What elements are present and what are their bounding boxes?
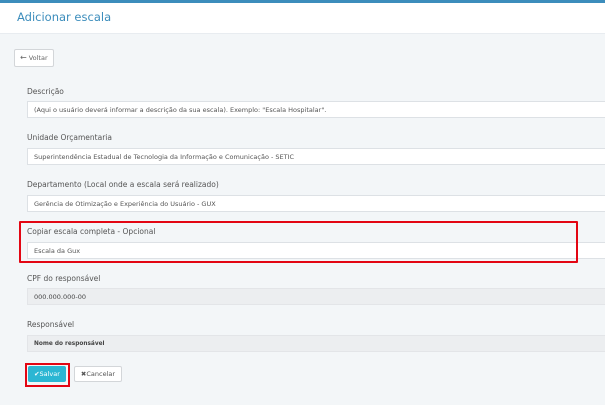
cpf-field: 000.000.000-00 [27,288,605,305]
descricao-label: Descrição [27,87,64,96]
descricao-input[interactable]: (Aqui o usuário deverá informar a descri… [27,101,605,118]
responsavel-label: Responsável [27,320,75,329]
departamento-label: Departamento (Local onde a escala será r… [27,180,219,189]
cancel-button[interactable]: ✖Cancelar [74,366,122,382]
unidade-label: Unidade Orçamentaria [27,133,112,142]
unidade-select[interactable]: Superintendência Estadual de Tecnologia … [27,148,605,165]
back-label: Voltar [28,54,48,62]
cancel-label: Cancelar [86,370,116,378]
page-header: Adicionar escala [0,3,605,34]
departamento-select[interactable]: Gerência de Otimização e Experiência do … [27,195,605,212]
highlight-box-copiar-escala [19,221,578,263]
page-title: Adicionar escala [17,10,112,24]
arrow-left-icon: ← [20,53,27,62]
cpf-label: CPF do responsável [27,274,101,283]
highlight-box-save [25,363,70,387]
responsavel-field: Nome do responsável [27,335,605,352]
back-button[interactable]: ← Voltar [14,49,54,67]
